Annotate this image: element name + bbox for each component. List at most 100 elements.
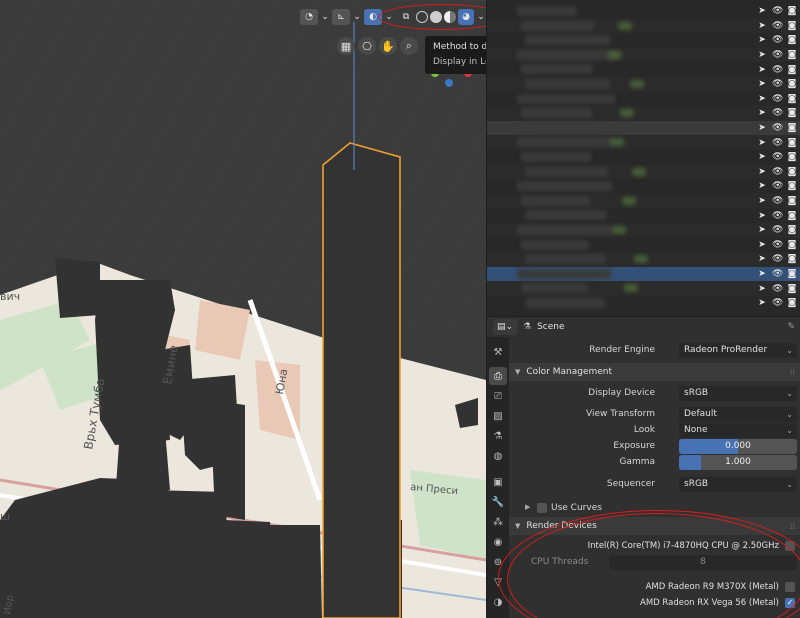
outliner-row[interactable]: ➤ 👁 ◙: [487, 223, 800, 238]
view-transform-select[interactable]: Default ⌄: [679, 407, 797, 422]
outliner-row[interactable]: ➤ 👁 ◙: [487, 18, 800, 34]
camera-icon[interactable]: ◙: [787, 225, 797, 235]
camera-icon[interactable]: ◙: [787, 167, 797, 177]
camera-icon[interactable]: ◙: [787, 254, 797, 264]
scene-tab-icon[interactable]: ⚗: [489, 427, 507, 445]
exposure-slider[interactable]: 0.000: [679, 439, 797, 454]
color-management-panel-header[interactable]: ▼ Color Management ⁞⁞: [509, 363, 800, 381]
camera-icon[interactable]: ◙: [787, 50, 797, 60]
eye-icon[interactable]: 👁: [772, 65, 783, 75]
outliner-row[interactable]: ➤ 👁 ◙: [487, 296, 800, 311]
constraints-tab-icon[interactable]: ⊚: [489, 553, 507, 571]
outliner-row[interactable]: ➤ 👁 ◙: [487, 135, 800, 150]
display-device-select[interactable]: sRGB ⌄: [679, 386, 797, 401]
select-arrow-icon[interactable]: ➤: [757, 79, 767, 89]
camera-icon[interactable]: ◙: [787, 79, 797, 89]
world-tab-icon[interactable]: ◍: [489, 447, 507, 465]
select-arrow-icon[interactable]: ➤: [757, 181, 767, 191]
eye-icon[interactable]: 👁: [772, 108, 783, 118]
camera-icon[interactable]: ◙: [787, 269, 797, 279]
camera-icon[interactable]: ◙: [787, 298, 797, 308]
hand-pan-icon[interactable]: ✋: [379, 37, 397, 55]
physics-tab-icon[interactable]: ◉: [489, 533, 507, 551]
outliner-row[interactable]: ➤ 👁 ◙: [487, 208, 800, 223]
outliner-row[interactable]: ➤ 👁 ◙: [487, 33, 800, 48]
select-arrow-icon[interactable]: ➤: [757, 152, 767, 162]
gpu2-device-checkbox[interactable]: ✓: [785, 598, 795, 608]
sequencer-select[interactable]: sRGB ⌄: [679, 477, 797, 492]
use-curves-checkbox[interactable]: [537, 503, 547, 513]
chevron-down-icon[interactable]: ⌄: [320, 9, 330, 25]
select-arrow-icon[interactable]: ➤: [757, 211, 767, 221]
camera-icon[interactable]: ◙: [787, 35, 797, 45]
outliner-row[interactable]: ➤ 👁 ◙: [487, 106, 800, 121]
eye-icon[interactable]: 👁: [772, 269, 783, 279]
cpu-device-checkbox[interactable]: [785, 541, 795, 551]
z-axis-icon[interactable]: [445, 79, 453, 87]
select-arrow-icon[interactable]: ➤: [757, 6, 767, 16]
outliner-row[interactable]: ➤ 👁 ◙: [487, 77, 800, 92]
outliner[interactable]: ➤ 👁 ◙ ➤ 👁 ◙ ➤ 👁 ◙ ➤ 👁 ◙ ➤ 👁 ◙ ➤ 👁 ◙ ➤ 👁 ◙ ➤ 👁 ◙ ➤ 👁 ◙ ➤ 👁 ◙ ➤ 👁 ◙ ➤ 👁 ◙ ➤ 👁 ◙ ➤…: [486, 0, 800, 316]
outliner-row[interactable]: ➤ 👁 ◙: [487, 266, 800, 282]
camera-icon[interactable]: ◙: [787, 211, 797, 221]
look-select[interactable]: None ⌄: [679, 423, 797, 438]
eye-icon[interactable]: 👁: [772, 79, 783, 89]
gizmo-icon[interactable]: ⊾: [332, 9, 350, 25]
eye-icon[interactable]: 👁: [772, 167, 783, 177]
camera-icon[interactable]: ◙: [787, 152, 797, 162]
outliner-row[interactable]: ➤ 👁 ◙: [487, 281, 800, 296]
outliner-row[interactable]: ➤ 👁 ◙: [487, 92, 800, 107]
camera-icon[interactable]: ◙: [787, 65, 797, 75]
eye-icon[interactable]: 👁: [772, 50, 783, 60]
select-arrow-icon[interactable]: ➤: [757, 196, 767, 206]
select-arrow-icon[interactable]: ➤: [757, 167, 767, 177]
select-arrow-icon[interactable]: ➤: [757, 21, 767, 31]
outliner-row[interactable]: ➤ 👁 ◙: [487, 62, 800, 77]
eye-icon[interactable]: 👁: [772, 138, 783, 148]
camera-icon[interactable]: ⎔: [358, 37, 376, 55]
material-tab-icon[interactable]: ◑: [489, 593, 507, 611]
eye-icon[interactable]: 👁: [772, 298, 783, 308]
editor-type-icon[interactable]: ▤⌄: [493, 319, 517, 335]
wireframe-shading-icon[interactable]: [416, 11, 428, 23]
outliner-row[interactable]: ➤ 👁 ◙: [487, 193, 800, 209]
outliner-row[interactable]: ➤ 👁 ◙: [487, 120, 800, 136]
camera-icon[interactable]: ◙: [787, 138, 797, 148]
camera-icon[interactable]: ◙: [787, 94, 797, 104]
gamma-slider[interactable]: 1.000: [679, 455, 797, 470]
camera-icon[interactable]: ◙: [787, 196, 797, 206]
camera-icon[interactable]: ◙: [787, 181, 797, 191]
grid-icon[interactable]: ▦: [337, 37, 355, 55]
rendered-shading-icon[interactable]: ◕: [458, 9, 474, 25]
solid-shading-icon[interactable]: [430, 11, 442, 23]
eye-icon[interactable]: 👁: [772, 225, 783, 235]
outliner-row[interactable]: ➤ 👁 ◙: [487, 252, 800, 267]
output-tab-icon[interactable]: ⎚: [489, 387, 507, 405]
eye-icon[interactable]: 👁: [772, 196, 783, 206]
camera-icon[interactable]: ◙: [787, 123, 797, 133]
outliner-row[interactable]: ➤ 👁 ◙: [487, 238, 800, 253]
cpu-threads-field[interactable]: 8: [609, 555, 797, 570]
select-arrow-icon[interactable]: ➤: [757, 94, 767, 104]
view-layer-tab-icon[interactable]: ▨: [489, 407, 507, 425]
render-engine-select[interactable]: Radeon ProRender ⌄: [679, 343, 797, 358]
select-arrow-icon[interactable]: ➤: [757, 35, 767, 45]
outliner-row[interactable]: ➤ 👁 ◙: [487, 4, 800, 19]
drag-handle-icon[interactable]: ⁞⁞: [790, 522, 795, 531]
overlays-icon[interactable]: ◐: [364, 9, 382, 25]
camera-icon[interactable]: ◙: [787, 108, 797, 118]
camera-icon[interactable]: ◙: [787, 240, 797, 250]
outliner-row[interactable]: ➤ 👁 ◙: [487, 150, 800, 165]
camera-icon[interactable]: ◙: [787, 21, 797, 31]
gpu1-device-checkbox[interactable]: [785, 582, 795, 592]
select-arrow-icon[interactable]: ➤: [757, 298, 767, 308]
eye-icon[interactable]: 👁: [772, 284, 783, 294]
render-tab-icon[interactable]: ⎙: [489, 367, 507, 385]
render-devices-panel-header[interactable]: ▼ Render Devices ⁞⁞: [509, 517, 800, 535]
3d-viewport[interactable]: вич Емине Врьх Тумба Юна ан Преси Иор ш …: [0, 0, 486, 618]
pin-icon[interactable]: ✎: [787, 322, 795, 332]
chevron-down-icon[interactable]: ⌄: [384, 9, 394, 25]
modifier-tab-icon[interactable]: 🔧: [489, 493, 507, 511]
particles-tab-icon[interactable]: ⁂: [489, 513, 507, 531]
select-arrow-icon[interactable]: ➤: [757, 65, 767, 75]
